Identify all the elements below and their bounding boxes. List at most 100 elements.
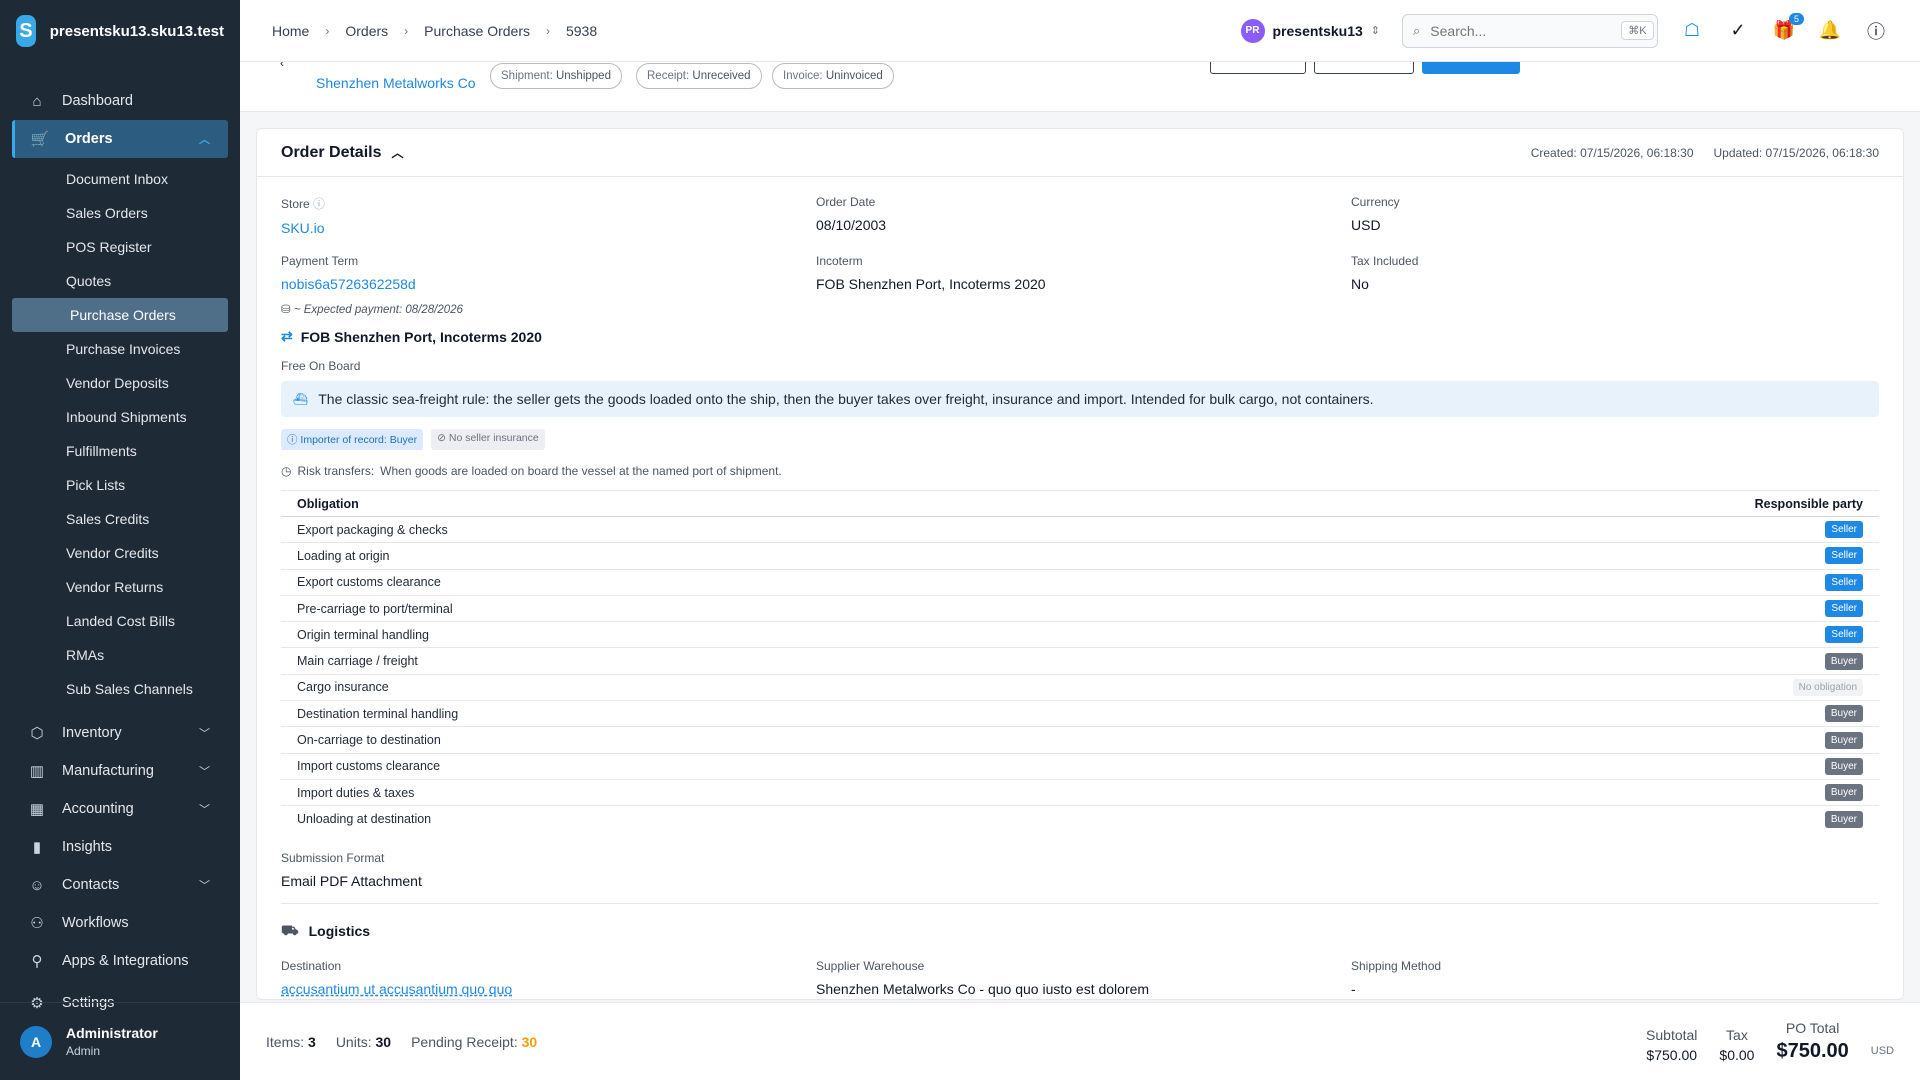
table-row: Pre-carriage to port/terminal Seller bbox=[281, 596, 1879, 623]
receive-button[interactable] bbox=[1422, 62, 1520, 74]
vendor-link[interactable]: Shenzhen Metalworks Co bbox=[316, 75, 476, 91]
gift-badge: 5 bbox=[1788, 12, 1804, 25]
sidebar-subitem-vendor-deposits[interactable]: Vendor Deposits bbox=[0, 366, 240, 400]
sidebar-subitem-sub-sales-channels[interactable]: Sub Sales Channels bbox=[0, 672, 240, 706]
payment-term-link[interactable]: nobis6a5726362258d bbox=[281, 276, 816, 292]
incoterm-subtitle: Free On Board bbox=[281, 359, 361, 373]
sidebar-subitem-vendor-credits[interactable]: Vendor Credits bbox=[0, 536, 240, 570]
submit-button[interactable] bbox=[1210, 62, 1306, 74]
sidebar-subitem-vendor-returns[interactable]: Vendor Returns bbox=[0, 570, 240, 604]
sidebar-subitem-pick-lists[interactable]: Pick Lists bbox=[0, 468, 240, 502]
sidebar-item-insights[interactable]: ▮ Insights bbox=[0, 828, 240, 866]
workspace-header[interactable]: S presentsku13.sku13.test bbox=[0, 0, 240, 62]
sidebar-nav: ⌂ Dashboard 🛒 Orders ︿ Document Inbox Sa… bbox=[0, 62, 240, 1022]
sidebar-item-label: Inventory bbox=[62, 725, 122, 741]
sidebar-subitem-sales-credits[interactable]: Sales Credits bbox=[0, 502, 240, 536]
footer-stats: Items: 3 Units: 30 Pending Receipt: 30 bbox=[266, 1034, 537, 1050]
help-icon[interactable]: ⓘ bbox=[1864, 19, 1888, 43]
order-details-header[interactable]: Order Details ︿ Created: 07/15/2026, 06:1… bbox=[257, 129, 1903, 177]
destination-link[interactable]: accusantium ut accusantium quo quo bbox=[281, 981, 816, 997]
topbar: Home › Orders › Purchase Orders › 5938 P… bbox=[240, 0, 1920, 62]
chevron-up-icon: ︿ bbox=[199, 134, 210, 146]
updated-timestamp: Updated: 07/15/2026, 06:18:30 bbox=[1713, 145, 1879, 160]
sidebar-subitem-purchase-invoices[interactable]: Purchase Invoices bbox=[0, 332, 240, 366]
chevron-left-icon[interactable]: ‹ bbox=[280, 62, 284, 70]
destination-label: Destination bbox=[281, 958, 342, 973]
avatar: A bbox=[20, 1025, 52, 1058]
supplier-warehouse-value: Shenzhen Metalworks Co - quo quo iusto e… bbox=[816, 980, 1150, 997]
footer-totals: Subtotal $750.00 Tax $0.00 PO Total $750… bbox=[1646, 1020, 1894, 1063]
sidebar-item-contacts[interactable]: ☺ Contacts ﹀ bbox=[0, 866, 240, 904]
account-avatar: PR bbox=[1240, 18, 1265, 43]
sidebar-item-label: Accounting bbox=[62, 801, 134, 817]
breadcrumb-orders[interactable]: Orders bbox=[345, 23, 388, 39]
logistics-fields: Destination accusantium ut accusantium q… bbox=[281, 941, 1879, 997]
logistics-title: ⛟ Logistics bbox=[281, 921, 371, 940]
search-box[interactable]: ⌕ ⌘K bbox=[1402, 13, 1658, 48]
sidebar-subitem-fulfillments[interactable]: Fulfillments bbox=[0, 434, 240, 468]
sidebar-subitem-quotes[interactable]: Quotes bbox=[0, 264, 240, 298]
sidebar-item-workflows[interactable]: ⚇ Workflows bbox=[0, 904, 240, 942]
breadcrumb-current: 5938 bbox=[565, 22, 598, 39]
breadcrumb-purchase-orders[interactable]: Purchase Orders bbox=[424, 23, 530, 39]
sidebar-item-inventory[interactable]: ⬡ Inventory ﹀ bbox=[0, 714, 240, 752]
info-icon[interactable]: ⓘ bbox=[313, 197, 325, 211]
user-menu[interactable]: A Administrator Admin bbox=[0, 1002, 240, 1080]
submission-format: Submission Format Email PDF Attachment bbox=[281, 851, 1879, 904]
workspace-name: presentsku13.sku13.test bbox=[49, 22, 224, 40]
topbar-actions: PR presentsku13 ⇕ ⌕ ⌘K ☖ ✓ 🎁5 🔔 ⓘ bbox=[1240, 12, 1889, 48]
robot-icon[interactable]: ☖ bbox=[1680, 19, 1704, 43]
sidebar-subitem-pos-register[interactable]: POS Register bbox=[0, 230, 240, 264]
sidebar-item-manufacturing[interactable]: ▥ Manufacturing ﹀ bbox=[0, 752, 240, 790]
breadcrumb-home[interactable]: Home bbox=[272, 23, 309, 39]
timestamps: Created: 07/15/2026, 06:18:30 Updated: 0… bbox=[1531, 146, 1879, 160]
sidebar-item-dashboard[interactable]: ⌂ Dashboard bbox=[0, 82, 240, 120]
sidebar-item-label: Manufacturing bbox=[62, 763, 154, 779]
gift-icon[interactable]: 🎁 5 bbox=[1772, 12, 1804, 43]
chevron-up-icon: ︿ bbox=[391, 145, 404, 160]
sidebar-subitem-landed-cost-bills[interactable]: Landed Cost Bills bbox=[0, 604, 240, 638]
user-name: Administrator bbox=[66, 1025, 158, 1041]
party-badge: Buyer bbox=[1824, 652, 1863, 670]
incoterm-tags: ⓘ Importer of record: Buyer ⊘ No seller … bbox=[281, 429, 1879, 450]
sidebar-item-orders[interactable]: 🛒 Orders ︿ bbox=[12, 120, 228, 158]
more-button[interactable] bbox=[1820, 62, 1870, 74]
home-icon: ⌂ bbox=[32, 92, 42, 110]
tax-included-value: No bbox=[1351, 276, 1369, 292]
party-badge: Seller bbox=[1825, 600, 1863, 618]
store-label: Store ⓘ bbox=[281, 197, 326, 211]
export-button[interactable] bbox=[1710, 62, 1780, 74]
calculator-icon: ▦ bbox=[29, 801, 45, 818]
party-badge: Seller bbox=[1825, 521, 1863, 539]
edit-button[interactable] bbox=[1566, 62, 1626, 74]
ship-icon: ⛴ bbox=[293, 392, 309, 406]
store-link[interactable]: SKU.io bbox=[281, 220, 816, 236]
sidebar-item-accounting[interactable]: ▦ Accounting ﹀ bbox=[0, 790, 240, 828]
sidebar-subitem-rmas[interactable]: RMAs bbox=[0, 638, 240, 672]
sidebar-item-label: Insights bbox=[62, 839, 112, 855]
sidebar-subitem-inbound-shipments[interactable]: Inbound Shipments bbox=[0, 400, 240, 434]
sidebar: S presentsku13.sku13.test ⌂ Dashboard 🛒 … bbox=[0, 0, 240, 1080]
party-badge: Seller bbox=[1825, 626, 1863, 644]
sidebar-subitem-sales-orders[interactable]: Sales Orders bbox=[0, 196, 240, 230]
po-total: PO Total $750.00 bbox=[1776, 1020, 1849, 1062]
search-input[interactable] bbox=[1430, 22, 1612, 39]
shipment-status-chip: Shipment: Unshipped bbox=[490, 63, 622, 89]
account-switcher[interactable]: PR presentsku13 ⇕ bbox=[1240, 18, 1380, 43]
tasks-icon[interactable]: ✓ bbox=[1726, 19, 1750, 43]
search-shortcut: ⌘K bbox=[1621, 21, 1654, 40]
chevron-right-icon: › bbox=[404, 23, 409, 38]
order-details-body: Store ⓘ SKU.io Order Date 08/10/2003 Cur… bbox=[257, 177, 1903, 997]
party-badge: Buyer bbox=[1824, 757, 1863, 775]
bell-icon[interactable]: 🔔 bbox=[1818, 19, 1842, 43]
incoterm-label: Incoterm bbox=[816, 254, 863, 268]
party-badge: Buyer bbox=[1824, 731, 1863, 749]
sidebar-item-apps-integrations[interactable]: ⚲ Apps & Integrations bbox=[0, 942, 240, 980]
invoice-button[interactable] bbox=[1314, 62, 1414, 74]
sidebar-subitem-document-inbox[interactable]: Document Inbox bbox=[0, 162, 240, 196]
chevron-right-icon: › bbox=[325, 23, 330, 38]
clock-icon: ◷ bbox=[281, 464, 292, 478]
sidebar-subitem-purchase-orders[interactable]: Purchase Orders bbox=[12, 298, 228, 332]
incoterm-description: ⛴ The classic sea-freight rule: the sell… bbox=[281, 381, 1879, 417]
units-count: Units: 30 bbox=[335, 1033, 392, 1050]
